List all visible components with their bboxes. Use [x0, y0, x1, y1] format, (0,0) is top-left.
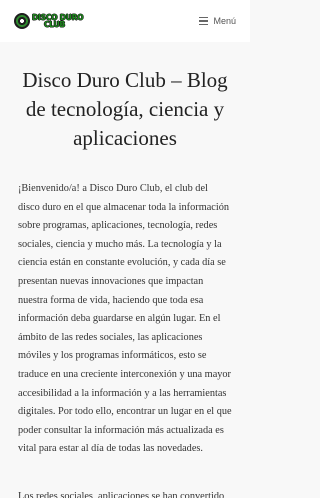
menu-toggle-button[interactable]: Menú	[199, 12, 236, 30]
page-title: Disco Duro Club – Blog de tecnología, ci…	[22, 68, 228, 150]
site-logo[interactable]: DISCO DURO CLUB	[14, 12, 84, 30]
site-header: DISCO DURO CLUB Menú	[0, 0, 250, 42]
logo-line-2: CLUB	[44, 20, 66, 29]
menu-label: Menú	[213, 16, 236, 26]
hamburger-icon	[199, 17, 209, 25]
intro-paragraph: ¡Bienvenido/a! a Disco Duro Club, el clu…	[18, 183, 232, 455]
logo-wordmark: DISCO DURO CLUB	[32, 14, 84, 29]
second-paragraph: Los redes sociales, aplicaciones se han …	[18, 491, 225, 498]
hard-disk-icon	[14, 13, 30, 29]
